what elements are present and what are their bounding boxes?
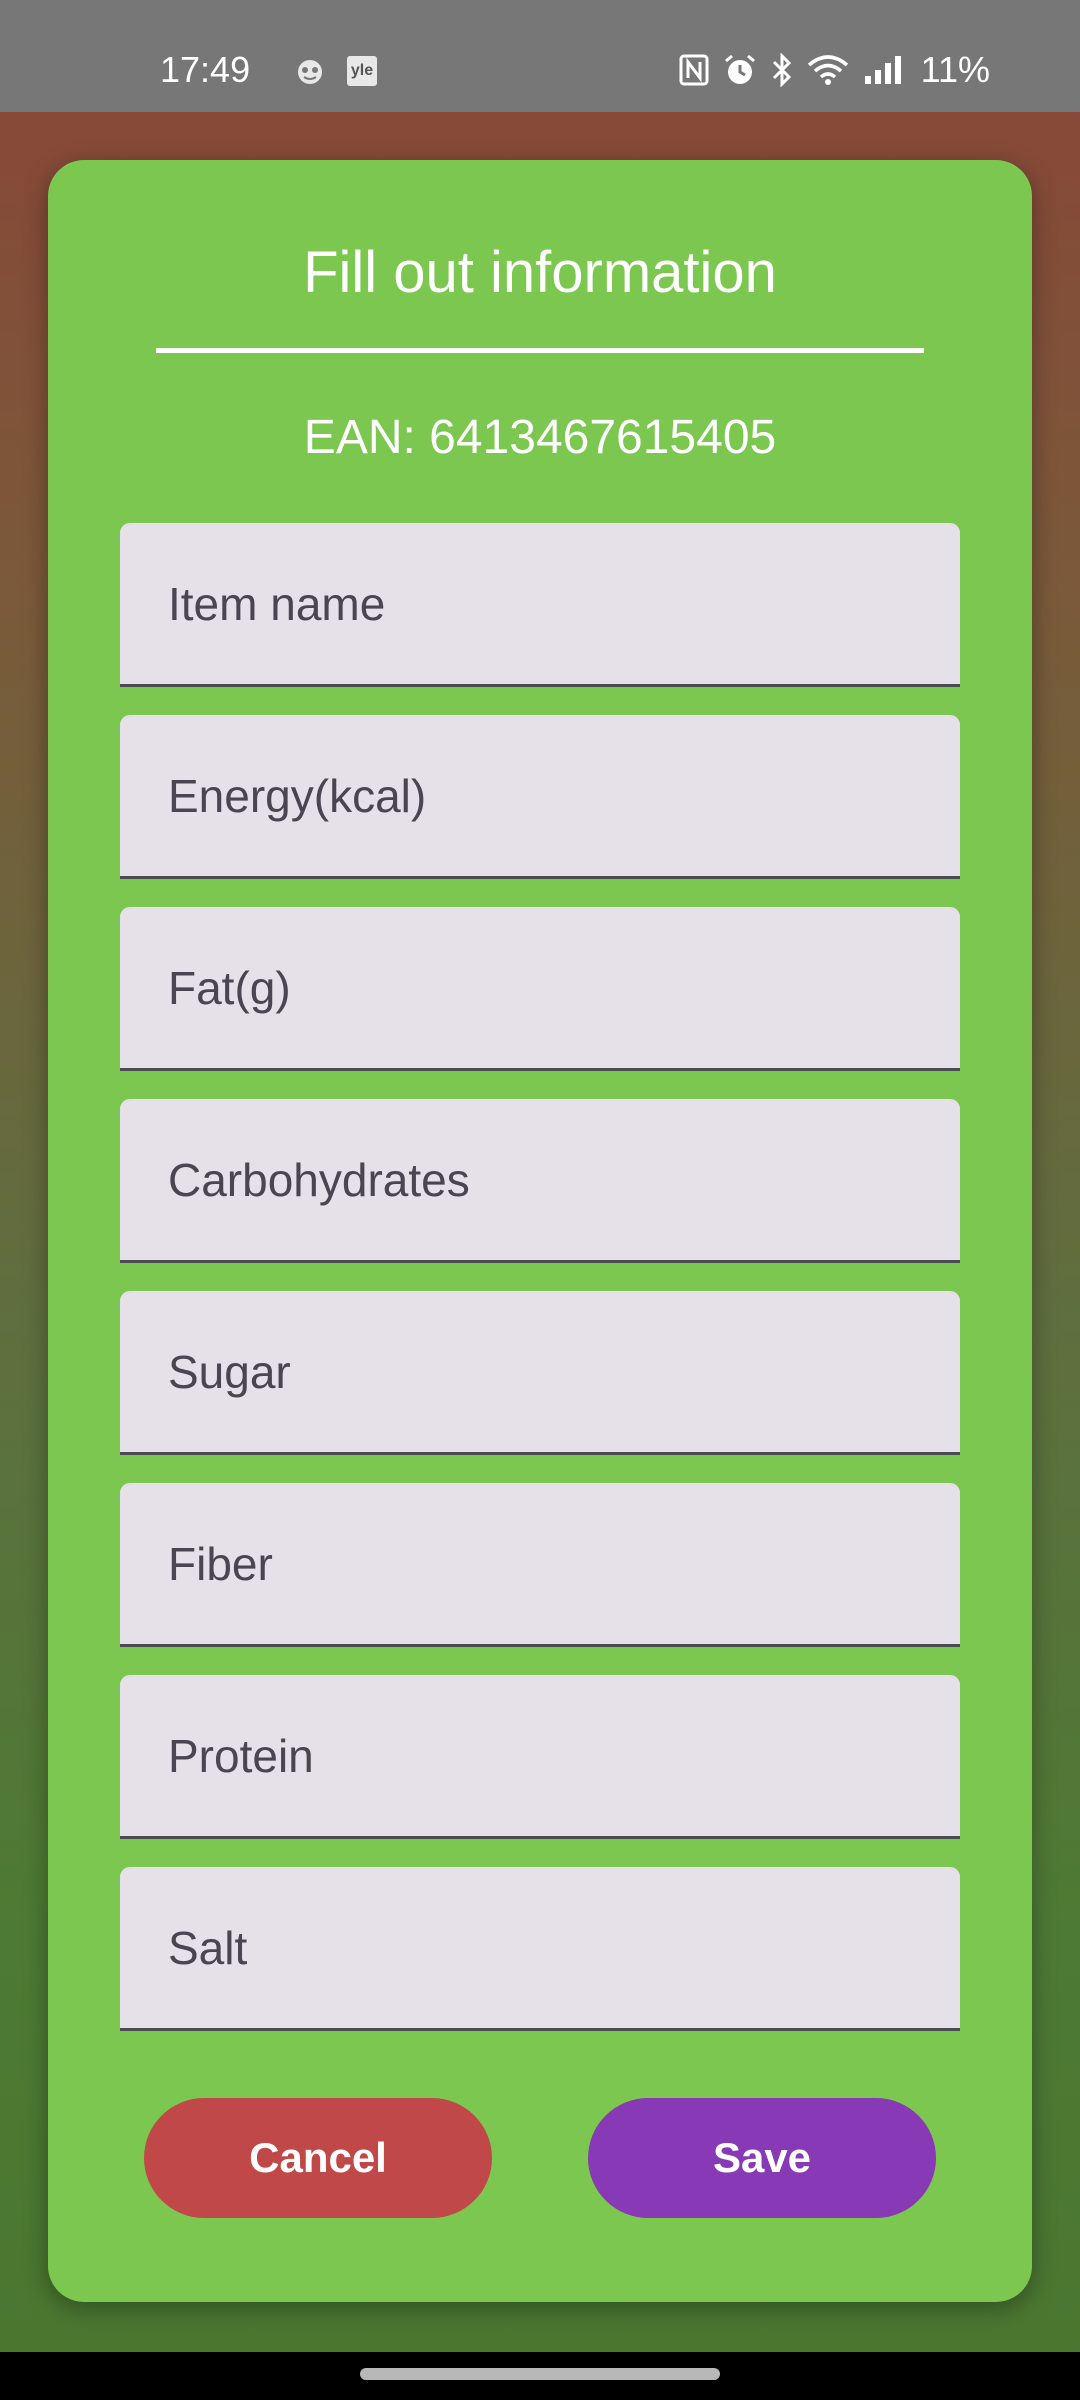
protein-placeholder: Protein [168, 1729, 314, 1782]
bluetooth-icon [771, 53, 793, 87]
title-divider [156, 348, 924, 353]
status-bar: 17:49 yle 11% [0, 0, 1080, 112]
status-icons: 11% [679, 48, 990, 92]
fat-placeholder: Fat(g) [168, 961, 291, 1014]
battery-percentage: 11% [920, 49, 990, 90]
yle-app-icon: yle [347, 56, 377, 86]
cellular-signal-icon [863, 54, 907, 86]
fill-out-information-dialog: Fill out information EAN: 6413467615405 … [48, 160, 1032, 2302]
sugar-field[interactable]: Sugar [120, 1291, 960, 1455]
screen: 17:49 yle 11% Fill out information EAN: … [0, 0, 1080, 2400]
status-time: 17:49 [160, 49, 251, 90]
fiber-placeholder: Fiber [168, 1537, 273, 1590]
fiber-field[interactable]: Fiber [120, 1483, 960, 1647]
cat-face-icon [295, 56, 325, 86]
ean-label: EAN: 6413467615405 [303, 411, 777, 464]
energy-field[interactable]: Energy(kcal) [120, 715, 960, 879]
wifi-icon [807, 54, 849, 86]
cancel-button[interactable]: Cancel [144, 2098, 492, 2218]
salt-placeholder: Salt [168, 1921, 248, 1974]
carbohydrates-placeholder: Carbohydrates [168, 1153, 470, 1206]
save-button[interactable]: Save [588, 2098, 936, 2218]
protein-field[interactable]: Protein [120, 1675, 960, 1839]
energy-placeholder: Energy(kcal) [168, 769, 427, 822]
nfc-icon [679, 54, 709, 86]
alarm-icon [723, 53, 757, 87]
carbohydrates-field[interactable]: Carbohydrates [120, 1099, 960, 1263]
item-name-field[interactable]: Item name [120, 523, 960, 687]
fat-field[interactable]: Fat(g) [120, 907, 960, 1071]
home-gesture-handle[interactable] [360, 2368, 720, 2380]
item-name-placeholder: Item name [168, 577, 386, 630]
navigation-bar [0, 2352, 1080, 2400]
sugar-placeholder: Sugar [168, 1345, 291, 1398]
salt-field[interactable]: Salt [120, 1867, 960, 2031]
dialog-title: Fill out information [303, 240, 777, 305]
